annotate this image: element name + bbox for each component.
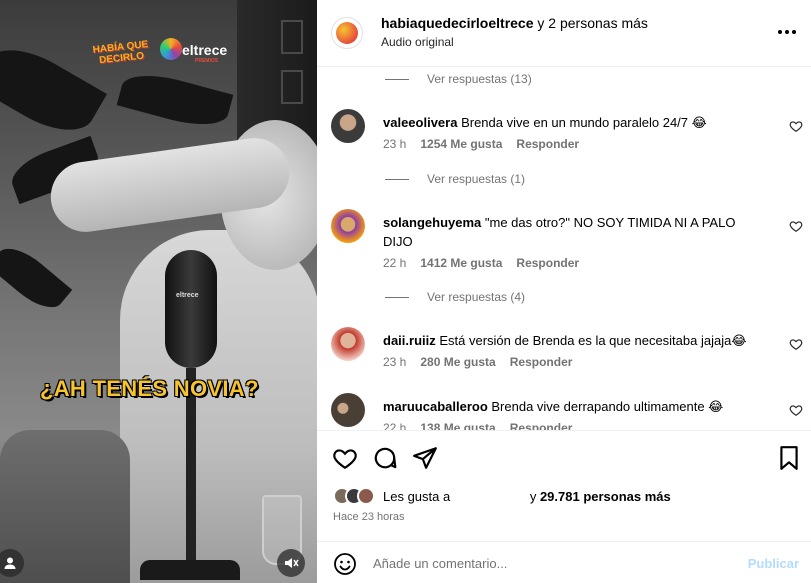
heart-icon[interactable] [789,337,803,351]
replies-divider [385,78,409,80]
comment-likes[interactable]: 1254 Me gusta [420,137,502,151]
author-names: habiaquedecirloeltrece y 2 personas más [381,15,648,31]
comment-body: daii.ruiiz Está versión de Brenda es la … [383,331,753,350]
more-options-button[interactable] [777,22,797,40]
building-window [281,70,303,104]
likes-summary[interactable]: Les gusta a y 29.781 personas más [333,486,671,506]
channel-logo-sub: PREMIOS [195,58,219,64]
comment-meta: 22 h 138 Me gusta Responder [383,421,586,430]
bookmark-icon[interactable] [776,445,802,471]
heart-icon[interactable] [789,219,803,233]
microphone [165,250,217,368]
comment-body: maruucaballeroo Brenda vive derrapando u… [383,397,753,416]
comment-body: solangehuyema "me das otro?" NO SOY TIMI… [383,213,753,251]
comment-time: 22 h [383,256,407,270]
reply-button[interactable]: Responder [516,256,579,270]
commenter-username[interactable]: valeeolivera [383,115,457,130]
comment-time: 22 h [383,421,407,430]
comment-likes[interactable]: 1412 Me gusta [420,256,502,270]
microphone-base [140,560,240,580]
comment-composer: Publicar [317,541,811,583]
view-replies-label: Ver respuestas (4) [427,290,526,304]
muted-speaker-icon [285,558,299,568]
commenter-avatar[interactable] [331,327,365,361]
heart-icon[interactable] [789,403,803,417]
likes-joiner: y [526,488,540,504]
view-replies-button[interactable]: Ver respuestas (4) [385,290,525,304]
comment-meta: 22 h 1412 Me gusta Responder [383,256,593,270]
replies-divider [385,296,409,298]
publish-button[interactable]: Publicar [748,556,799,571]
commenter-avatar[interactable] [331,109,365,143]
comment-time: 23 h [383,137,407,151]
author-avatar[interactable] [331,17,363,49]
comment-meta: 23 h 1254 Me gusta Responder [383,137,593,151]
reply-button[interactable]: Responder [510,421,573,430]
show-logo: HABÍA QUE DECIRLO [92,39,149,67]
comment-text: Brenda vive derrapando ultimamente 😂 [491,399,724,414]
replies-divider [385,178,409,180]
mute-button[interactable] [277,549,305,577]
post-header: habiaquedecirloeltrece y 2 personas más … [317,0,811,67]
emoji-icon[interactable] [333,552,357,576]
coauthors-label[interactable]: y 2 personas más [534,15,648,31]
comment-input[interactable] [373,551,733,575]
building-window [281,20,303,54]
comments-list[interactable]: Ver respuestas (13) valeeolivera Brenda … [317,67,811,430]
channel-logo-flower [160,38,182,60]
more-horizontal-icon [778,30,796,34]
plant-leaf [116,66,234,134]
view-replies-label: Ver respuestas (13) [427,72,532,86]
comment-meta: 23 h 280 Me gusta Responder [383,355,586,369]
user-icon [4,557,16,569]
share-icon[interactable] [412,445,438,471]
commenter-username[interactable]: daii.ruiiz [383,333,436,348]
commenter-avatar[interactable] [331,209,365,243]
comment-time: 23 h [383,355,407,369]
comment-body: valeeolivera Brenda vive en un mundo par… [383,113,753,132]
plant-leaf [0,238,73,318]
reply-button[interactable]: Responder [510,355,573,369]
channel-logo: eltrece [182,42,228,58]
audio-label[interactable]: Audio original [381,35,454,49]
author-username[interactable]: habiaquedecirloeltrece [381,15,534,31]
reply-button[interactable]: Responder [516,137,579,151]
video-caption: ¿AH TENÉS NOVIA? [40,376,259,401]
heart-icon[interactable] [332,445,358,471]
heart-icon[interactable] [789,119,803,133]
reel-video[interactable]: eltrece HABÍA QUE DECIRLO eltrece PREMIO… [0,0,317,583]
post-actions: Les gusta a y 29.781 personas más Hace 2… [317,430,811,541]
post-panel: habiaquedecirloeltrece y 2 personas más … [317,0,811,583]
commenter-username[interactable]: maruucaballeroo [383,399,488,414]
commenter-username[interactable]: solangehuyema [383,215,481,230]
commenter-avatar[interactable] [331,393,365,427]
view-replies-button[interactable]: Ver respuestas (1) [385,172,525,186]
view-replies-label: Ver respuestas (1) [427,172,526,186]
comment-icon[interactable] [372,445,398,471]
comment-text: Brenda vive en un mundo paralelo 24/7 😂 [461,115,707,130]
liker-avatar [357,487,375,505]
comment-text: Está versión de Brenda es la que necesit… [439,333,747,348]
comment-likes[interactable]: 138 Me gusta [420,421,495,430]
view-replies-button[interactable]: Ver respuestas (13) [385,72,532,86]
post-time[interactable]: Hace 23 horas [333,511,405,523]
comment-likes[interactable]: 280 Me gusta [420,355,495,369]
likes-count[interactable]: 29.781 personas más [540,489,671,504]
microphone-logo: eltrece [176,292,199,299]
likes-prefix: Les gusta a [383,488,451,504]
author-avatar-image [336,22,358,44]
likes-text: Les gusta a y 29.781 personas más [383,489,671,504]
